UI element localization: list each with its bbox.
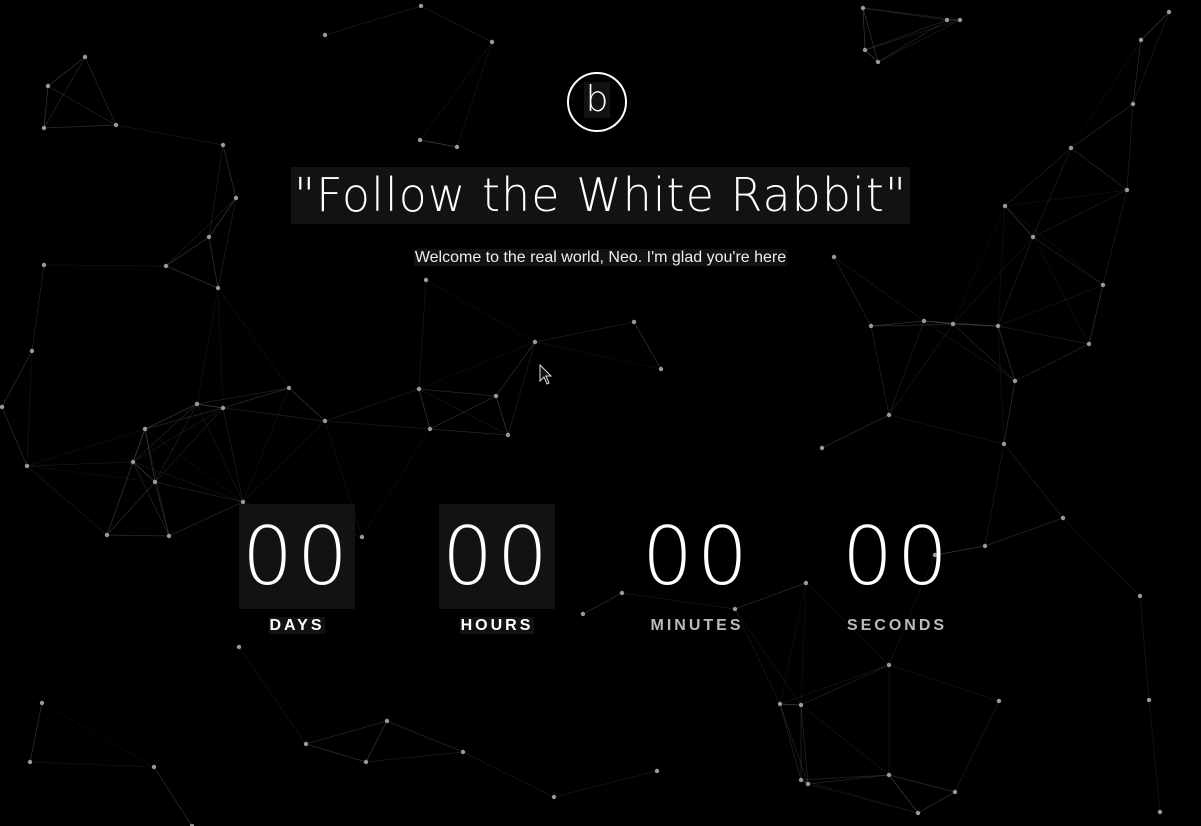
- page-subtitle: Welcome to the real world, Neo. I'm glad…: [413, 249, 788, 266]
- logo-letter: b: [583, 79, 611, 120]
- logo: b: [567, 72, 627, 132]
- minutes-label: MINUTES: [650, 617, 744, 634]
- hours-label: HOURS: [459, 617, 535, 634]
- days-value: 00: [239, 504, 355, 609]
- mouse-cursor-icon: [539, 364, 553, 385]
- seconds-label: SECONDS: [846, 617, 948, 634]
- minutes-value: 00: [642, 510, 752, 603]
- countdown-days: 00 DAYS: [239, 504, 355, 635]
- seconds-value: 00: [842, 510, 952, 603]
- page-title: "Follow the White Rabbit": [0, 167, 1201, 224]
- days-label: DAYS: [268, 617, 326, 634]
- hours-value: 00: [439, 504, 555, 609]
- countdown-seconds: 00 SECONDS: [839, 504, 955, 635]
- countdown-hours: 00 HOURS: [439, 504, 555, 635]
- countdown-minutes: 00 MINUTES: [639, 504, 755, 635]
